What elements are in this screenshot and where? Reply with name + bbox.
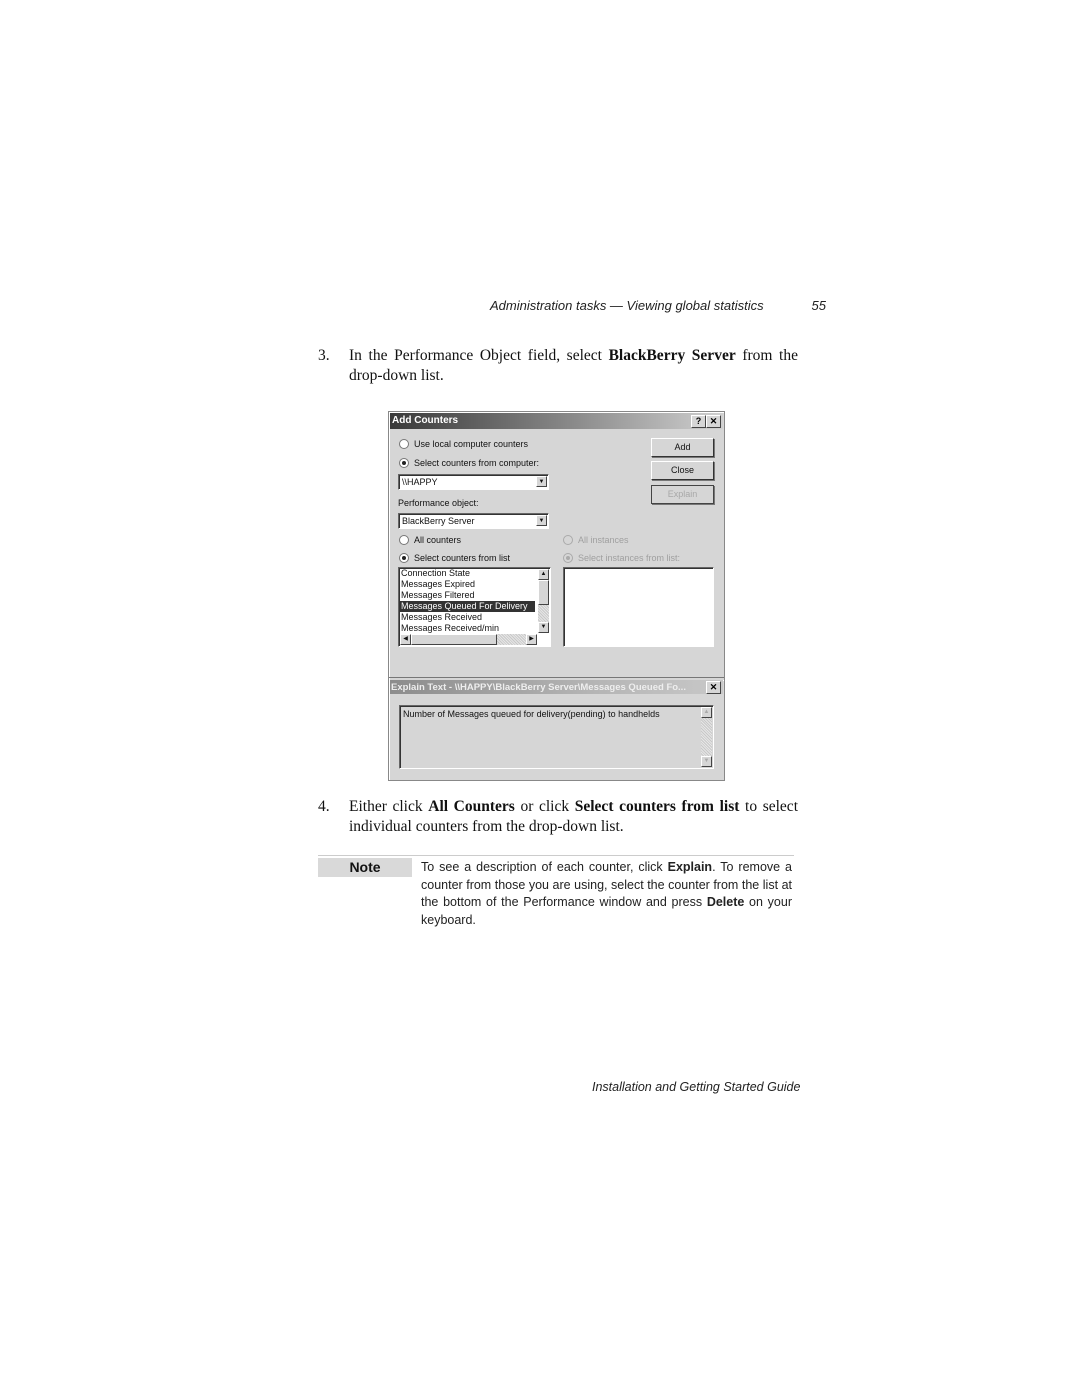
text: Either click <box>349 798 429 815</box>
radio-icon <box>563 535 573 545</box>
help-icon[interactable]: ? <box>691 415 706 428</box>
counter-list-item[interactable]: Messages Queued For Delivery <box>399 601 535 612</box>
close-icon[interactable]: ✕ <box>706 415 721 428</box>
scroll-down-icon[interactable]: ▼ <box>701 756 712 767</box>
radio-label: All instances <box>578 535 629 545</box>
close-icon[interactable]: ✕ <box>706 681 721 694</box>
select-value: \\HAPPY <box>402 477 438 487</box>
explain-text: Number of Messages queued for delivery(p… <box>403 709 660 719</box>
text: In the Performance Object field, select <box>349 347 609 364</box>
counter-items: Connection State Messages Expired Messages… <box>399 568 550 634</box>
close-button[interactable]: Close <box>651 461 714 480</box>
step-3: 3. In the Performance Object field, sele… <box>318 346 798 386</box>
emphasis: BlackBerry Server <box>608 347 736 364</box>
radio-label: Select counters from list <box>414 553 511 563</box>
note-divider <box>318 855 794 856</box>
running-header: Administration tasks — Viewing global st… <box>490 298 830 313</box>
performance-object-select[interactable]: BlackBerry Server ▼ <box>398 513 549 529</box>
instances-list[interactable] <box>563 567 714 647</box>
chevron-down-icon[interactable]: ▼ <box>536 515 547 526</box>
scroll-up-icon[interactable]: ▲ <box>538 569 549 580</box>
step-4: 4. Either click All Counters or click Se… <box>318 797 798 837</box>
radio-selected-icon <box>563 553 573 563</box>
radio-label: All counters <box>414 535 462 545</box>
step-text: In the Performance Object field, select … <box>349 346 798 386</box>
step-text: Either click All Counters or click Selec… <box>349 797 798 837</box>
horizontal-scrollbar[interactable]: ◀ ▶ <box>400 634 537 645</box>
counters-list[interactable]: Connection State Messages Expired Messages… <box>398 567 551 647</box>
step-number: 4. <box>318 798 330 815</box>
radio-select-computer[interactable]: Select counters from computer: <box>399 458 539 468</box>
chevron-down-icon[interactable]: ▼ <box>536 476 547 487</box>
counter-list-item[interactable]: Connection State <box>399 568 550 579</box>
vertical-scrollbar[interactable]: ▲ ▼ <box>538 569 549 633</box>
radio-label: Use local computer counters <box>414 439 529 449</box>
emphasis: Delete <box>706 895 745 909</box>
radio-icon <box>399 535 409 545</box>
scroll-down-icon[interactable]: ▼ <box>538 622 549 633</box>
radio-selected-icon <box>399 458 409 468</box>
explain-text-box: Number of Messages queued for delivery(p… <box>399 705 714 769</box>
explain-titlebar: Explain Text - \\HAPPY\BlackBerry Server… <box>390 680 723 694</box>
radio-icon <box>399 439 409 449</box>
counter-list-item[interactable]: Messages Filtered <box>399 590 550 601</box>
scroll-thumb[interactable] <box>411 634 497 645</box>
step-number: 3. <box>318 347 330 364</box>
running-title: Administration tasks — Viewing global st… <box>490 298 764 313</box>
emphasis: Explain <box>667 860 713 874</box>
radio-select-counters[interactable]: Select counters from list <box>399 553 510 563</box>
emphasis: Select counters from list <box>574 798 740 815</box>
scroll-right-icon[interactable]: ▶ <box>526 634 537 645</box>
computer-select[interactable]: \\HAPPY ▼ <box>398 474 549 490</box>
radio-use-local[interactable]: Use local computer counters <box>399 439 528 449</box>
page-number: 55 <box>811 298 826 313</box>
scroll-thumb[interactable] <box>538 580 549 605</box>
add-button[interactable]: Add <box>651 438 714 457</box>
dialog-title: Add Counters <box>392 415 459 426</box>
footer-title: Installation and Getting Started Guide <box>592 1080 801 1094</box>
counter-list-item[interactable]: Messages Received/min <box>399 623 550 634</box>
performance-object-label: Performance object: <box>398 498 479 508</box>
add-counters-dialog: Add Counters ? ✕ Use local computer coun… <box>388 411 725 781</box>
radio-selected-icon <box>399 553 409 563</box>
radio-all-instances[interactable]: All instances <box>563 535 629 545</box>
scroll-left-icon[interactable]: ◀ <box>400 634 411 645</box>
counter-list-item[interactable]: Messages Expired <box>399 579 550 590</box>
text: To see a description of each counter, cl… <box>421 860 668 874</box>
select-value: BlackBerry Server <box>402 516 475 526</box>
scroll-up-icon[interactable]: ▲ <box>701 707 712 718</box>
vertical-scrollbar[interactable]: ▲ ▼ <box>701 707 712 767</box>
note-text: To see a description of each counter, cl… <box>421 859 792 929</box>
radio-label: Select instances from list: <box>578 553 681 563</box>
radio-all-counters[interactable]: All counters <box>399 535 461 545</box>
explain-button[interactable]: Explain <box>651 485 714 504</box>
radio-label: Select counters from computer: <box>414 458 540 468</box>
radio-select-instances[interactable]: Select instances from list: <box>563 553 680 563</box>
text: or click <box>514 798 575 815</box>
explain-title: Explain Text - \\HAPPY\BlackBerry Server… <box>391 682 686 693</box>
note-label: Note <box>318 858 412 877</box>
dialog-titlebar: Add Counters ? ✕ <box>390 413 723 429</box>
emphasis: All Counters <box>428 798 515 815</box>
counter-list-item[interactable]: Messages Received <box>399 612 550 623</box>
